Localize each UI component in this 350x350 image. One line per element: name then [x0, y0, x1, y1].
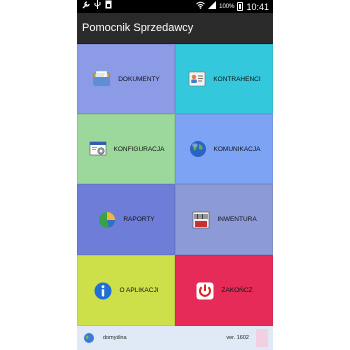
contractors-tile[interactable]: KONTRAHENCI [175, 44, 273, 114]
signal-icon [208, 0, 217, 13]
settings-window-icon [88, 139, 108, 159]
communication-tile[interactable]: KOMUNIKACJA [175, 114, 273, 184]
configuration-tile[interactable]: KONFIGURACJA [77, 114, 175, 184]
documents-icon [92, 69, 112, 89]
battery-percent: 100% [219, 3, 235, 10]
globe-icon [188, 139, 208, 159]
wrench-icon [82, 0, 90, 13]
app-title-bar: Pomocnik Sprzedawcy [77, 13, 273, 43]
documents-label: DOKUMENTY [118, 75, 160, 83]
status-bar: 100% 10:41 [77, 0, 273, 13]
exit-label: ZAKOŃCZ [221, 287, 253, 294]
battery-icon [237, 2, 244, 11]
app-title: Pomocnik Sprzedawcy [82, 22, 194, 34]
phone-screen: 100% 10:41 Pomocnik Sprzedawcy DOKUMENTY… [77, 0, 273, 350]
documents-tile[interactable]: DOKUMENTY [77, 44, 175, 114]
inventory-tile[interactable]: INWENTURA [175, 184, 273, 255]
info-icon [93, 281, 113, 301]
configuration-label: KONFIGURACJA [113, 145, 165, 153]
profile-name: domyślna [103, 335, 127, 341]
usb-icon [94, 0, 101, 13]
about-tile[interactable]: O APLIKACJI [77, 255, 175, 326]
inventory-label: INWENTURA [217, 216, 257, 223]
reports-tile[interactable]: RAPORTY [77, 184, 175, 255]
main-menu-grid: DOKUMENTY KONTRAHENCI KONFIGURACJA KOMUN… [77, 44, 273, 326]
reports-label: RAPORTY [123, 216, 155, 223]
sim-icon [105, 0, 112, 13]
about-label: O APLIKACJI [119, 287, 159, 294]
power-icon [195, 281, 215, 301]
contractors-label: KONTRAHENCI [213, 75, 261, 83]
profile-globe-icon [83, 332, 95, 344]
clock: 10:41 [246, 1, 269, 12]
exit-tile[interactable]: ZAKOŃCZ [175, 255, 273, 326]
communication-label: KOMUNIKACJA [213, 145, 261, 153]
footer-indicator [256, 329, 268, 347]
wifi-icon [196, 0, 205, 13]
pie-chart-icon [97, 210, 117, 230]
inventory-icon [191, 210, 211, 230]
contacts-icon [187, 69, 207, 89]
footer-bar: domyślna ver. 1602 [77, 326, 273, 350]
